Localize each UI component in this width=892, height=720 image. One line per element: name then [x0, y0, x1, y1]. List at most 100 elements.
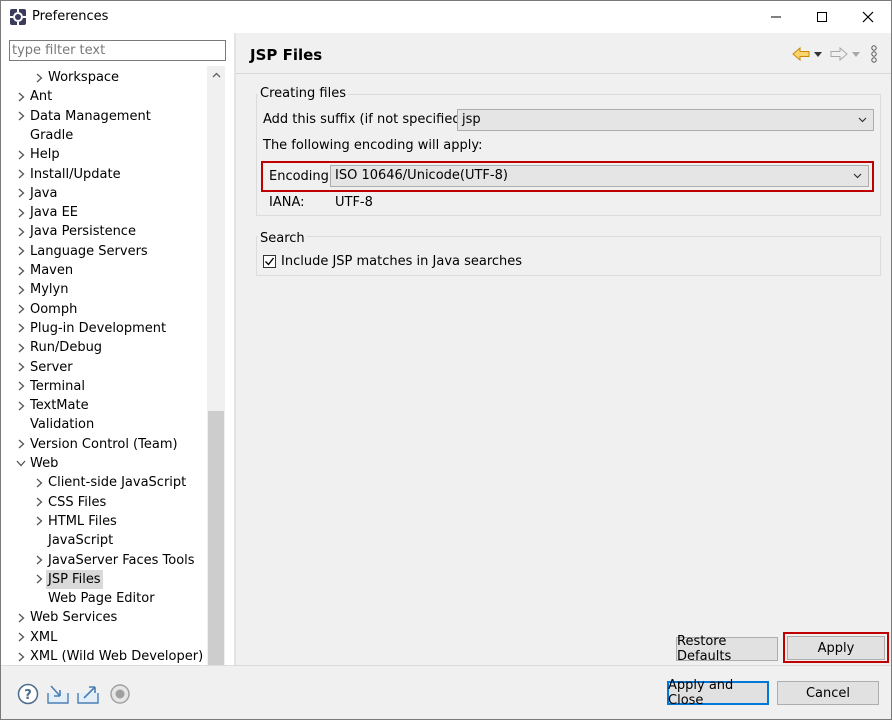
maximize-icon — [817, 12, 827, 22]
tree-item[interactable]: Java EE — [1, 203, 207, 222]
filter-input[interactable] — [9, 40, 226, 61]
chevron-right-icon[interactable] — [33, 512, 45, 531]
close-icon — [862, 11, 874, 23]
tree-item[interactable]: CSS Files — [1, 493, 207, 512]
import-button[interactable] — [46, 682, 70, 706]
tree-item[interactable]: Maven — [1, 261, 207, 280]
minimize-button[interactable] — [753, 1, 799, 33]
tree-item-label: Language Servers — [30, 243, 148, 259]
tree-item-label: Plug-in Development — [30, 320, 167, 336]
search-title: Search — [258, 231, 307, 246]
minimize-icon — [771, 16, 781, 18]
chevron-right-icon[interactable] — [15, 358, 27, 377]
tree-item[interactable]: Ant — [1, 87, 207, 106]
suffix-label: Add this suffix (if not specified): — [263, 112, 471, 127]
tree-item[interactable]: Mylyn — [1, 280, 207, 299]
chevron-right-icon[interactable] — [33, 473, 45, 492]
back-history-dropdown[interactable] — [812, 43, 824, 65]
chevron-right-icon[interactable] — [15, 300, 27, 319]
tree-item[interactable]: Validation — [1, 415, 207, 434]
chevron-right-icon[interactable] — [15, 222, 27, 241]
tree-item[interactable]: Terminal — [1, 377, 207, 396]
tree-item[interactable]: Language Servers — [1, 242, 207, 261]
chevron-right-icon[interactable] — [15, 261, 27, 280]
chevron-right-icon[interactable] — [15, 87, 27, 106]
export-button[interactable] — [76, 682, 100, 706]
tree-item[interactable]: Data Management — [1, 107, 207, 126]
forward-button[interactable] — [828, 43, 850, 65]
chevron-right-icon[interactable] — [15, 203, 27, 222]
tree-item[interactable]: Plug-in Development — [1, 319, 207, 338]
chevron-right-icon[interactable] — [15, 165, 27, 184]
tree-item[interactable]: Java — [1, 184, 207, 203]
chevron-right-icon[interactable] — [15, 647, 27, 666]
chevron-right-icon[interactable] — [33, 68, 45, 87]
chevron-right-icon[interactable] — [15, 107, 27, 126]
back-button[interactable] — [790, 43, 812, 65]
tree-scrollbar[interactable] — [207, 66, 225, 697]
tree-item[interactable]: Java Persistence — [1, 222, 207, 241]
cancel-button[interactable]: Cancel — [777, 681, 879, 705]
chevron-right-icon[interactable] — [15, 608, 27, 627]
tree-item[interactable]: Client-side JavaScript — [1, 473, 207, 492]
tree-item[interactable]: Web Services — [1, 608, 207, 627]
include-jsp-checkbox[interactable] — [263, 255, 276, 268]
tree-item[interactable]: JavaServer Faces Tools — [1, 551, 207, 570]
tree-item[interactable]: XML (Wild Web Developer) — [1, 647, 207, 666]
chevron-right-icon[interactable] — [15, 242, 27, 261]
tree-item-label: Mylyn — [30, 282, 69, 298]
tree-item-label: Gradle — [30, 127, 74, 143]
suffix-combo[interactable]: jsp — [457, 109, 874, 131]
encoding-label: Encoding: — [269, 169, 334, 184]
tree-item[interactable]: Workspace — [1, 68, 207, 87]
tree-item[interactable]: Gradle — [1, 126, 207, 145]
restore-defaults-button[interactable]: Restore Defaults — [676, 634, 778, 664]
record-button[interactable] — [108, 682, 132, 706]
chevron-right-icon[interactable] — [15, 319, 27, 338]
forward-history-dropdown[interactable] — [850, 43, 862, 65]
tree-item[interactable]: Install/Update — [1, 165, 207, 184]
record-icon — [110, 684, 130, 704]
tree-item-label: XML (Wild Web Developer) — [30, 649, 204, 664]
apply-and-close-button[interactable]: Apply and Close — [667, 678, 769, 708]
chevron-right-icon[interactable] — [33, 551, 45, 570]
tree-item[interactable]: XML — [1, 628, 207, 647]
chevron-right-icon[interactable] — [15, 338, 27, 357]
chevron-right-icon[interactable] — [33, 570, 45, 589]
chevron-right-icon[interactable] — [15, 628, 27, 647]
tree-item[interactable]: Oomph — [1, 300, 207, 319]
scroll-thumb[interactable] — [208, 411, 224, 675]
tree-item-label: Terminal — [30, 378, 85, 394]
tree-item[interactable]: Web Page Editor — [1, 589, 207, 608]
view-menu-button[interactable] — [866, 43, 882, 65]
apply-button[interactable]: Apply — [787, 636, 885, 660]
close-button[interactable] — [845, 1, 891, 33]
help-button[interactable]: ? — [16, 682, 40, 706]
scroll-up-button[interactable] — [207, 66, 225, 84]
chevron-right-icon[interactable] — [15, 435, 27, 454]
tree-item-label: Web Page Editor — [48, 591, 155, 607]
chevron-right-icon[interactable] — [33, 493, 45, 512]
chevron-right-icon[interactable] — [15, 145, 27, 164]
encoding-combo[interactable]: ISO 10646/Unicode(UTF-8) — [330, 165, 869, 187]
chevron-right-icon[interactable] — [15, 184, 27, 203]
tree-item[interactable]: Help — [1, 145, 207, 164]
tree-item-label: Oomph — [30, 301, 78, 317]
back-arrow-icon — [792, 47, 810, 61]
tree-item[interactable]: Web — [1, 454, 207, 473]
tree-item[interactable]: JSP Files — [1, 569, 207, 589]
tree-item[interactable]: Version Control (Team) — [1, 435, 207, 454]
tree-item[interactable]: HTML Files — [1, 512, 207, 531]
chevron-right-icon[interactable] — [15, 280, 27, 299]
chevron-down-icon[interactable] — [15, 454, 27, 473]
preference-tree: Workspace Ant Data Management Gradle Help Ins… — [1, 66, 207, 666]
chevron-right-icon[interactable] — [15, 377, 27, 396]
tree-item[interactable]: Server — [1, 358, 207, 377]
maximize-button[interactable] — [799, 1, 845, 33]
iana-value: UTF-8 — [335, 195, 373, 210]
tree-item[interactable]: TextMate — [1, 396, 207, 415]
tree-item[interactable]: JavaScript — [1, 531, 207, 550]
tree-item-label: Workspace — [48, 70, 120, 85]
tree-item[interactable]: Run/Debug — [1, 338, 207, 357]
chevron-right-icon[interactable] — [15, 396, 27, 415]
